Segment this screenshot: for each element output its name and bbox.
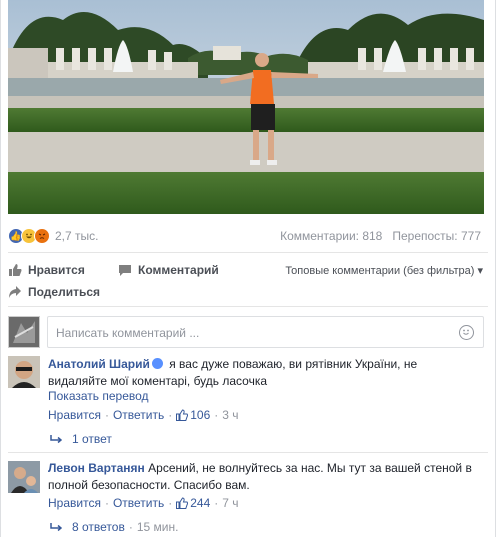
avatar[interactable] [8, 356, 40, 388]
post-photo[interactable] [8, 0, 484, 214]
comment-actions: Нравится · Ответить · 244 · 7 ч [48, 496, 239, 510]
comment-body: Левон Вартанян Арсений, не волнуйтесь за… [48, 460, 478, 494]
share-button[interactable]: Поделиться [8, 285, 100, 299]
comment-body: Анатолий Шарий я вас дуже поважаю, ви ря… [48, 356, 478, 390]
comment-author[interactable]: Анатолий Шарий [48, 357, 150, 371]
emoji-icon[interactable] [459, 325, 474, 340]
avatar[interactable] [8, 461, 40, 493]
verified-badge-icon [151, 358, 163, 369]
replies-count: 1 ответ [72, 432, 112, 446]
comment-reply-link[interactable]: Ответить [113, 408, 164, 422]
shares-count[interactable]: Перепосты: 777 [392, 229, 481, 243]
comment-reply-link[interactable]: Ответить [113, 496, 164, 510]
sort-label: Топовые комментарии (без фильтра) [285, 265, 475, 277]
thumbs-up-icon [176, 409, 189, 421]
comment-like-link[interactable]: Нравится [48, 496, 101, 510]
comment-like-count[interactable]: 244 [190, 496, 210, 510]
comment-icon [119, 265, 131, 276]
comment-like-link[interactable]: Нравится [48, 408, 101, 422]
comment-label: Комментарий [138, 263, 219, 277]
comment-time[interactable]: 3 ч [222, 408, 238, 422]
comments-count[interactable]: Комментарии: 818 [280, 229, 382, 243]
thumbs-up-icon [9, 264, 22, 276]
like-label: Нравится [28, 263, 85, 277]
comment-input[interactable]: Написать комментарий ... [47, 316, 484, 348]
comment-time[interactable]: 7 ч [222, 496, 238, 510]
view-replies-link[interactable]: 1 ответ [50, 432, 112, 446]
reply-arrow-icon [50, 523, 62, 532]
comment-button[interactable]: Комментарий [118, 263, 219, 277]
divider [8, 452, 488, 453]
thumbs-up-icon [176, 497, 189, 509]
share-icon [9, 286, 21, 298]
replies-dot: · [128, 520, 133, 534]
post-card: 👍 2,7 тыс. Комментарии: 818 Перепосты: 77… [0, 0, 496, 537]
replies-count: 8 ответов [72, 520, 125, 534]
comment-input-placeholder: Написать комментарий ... [56, 326, 200, 340]
reply-arrow-icon [50, 435, 62, 444]
reaction-count[interactable]: 2,7 тыс. [55, 229, 98, 243]
angry-icon [34, 228, 50, 244]
comment-sort-dropdown[interactable]: Топовые комментарии (без фильтра) ▾ [285, 264, 483, 277]
replies-time: 15 мин. [136, 520, 179, 534]
divider [8, 306, 488, 307]
show-translation-link[interactable]: Показать перевод [48, 389, 149, 403]
view-replies-link[interactable]: 8 ответов · 15 мин. [50, 520, 178, 534]
caret-down-icon: ▾ [477, 265, 483, 277]
reactions-summary[interactable]: 👍 2,7 тыс. [8, 228, 98, 244]
like-button[interactable]: Нравится [8, 263, 85, 277]
post-stats: Комментарии: 818 Перепосты: 777 [280, 229, 481, 243]
comment-like-count[interactable]: 106 [190, 408, 210, 422]
comment-author[interactable]: Левон Вартанян [48, 461, 145, 475]
comment-actions: Нравится · Ответить · 106 · 3 ч [48, 408, 239, 422]
current-user-avatar[interactable] [8, 316, 40, 348]
share-label: Поделиться [28, 285, 101, 299]
divider [8, 252, 488, 253]
